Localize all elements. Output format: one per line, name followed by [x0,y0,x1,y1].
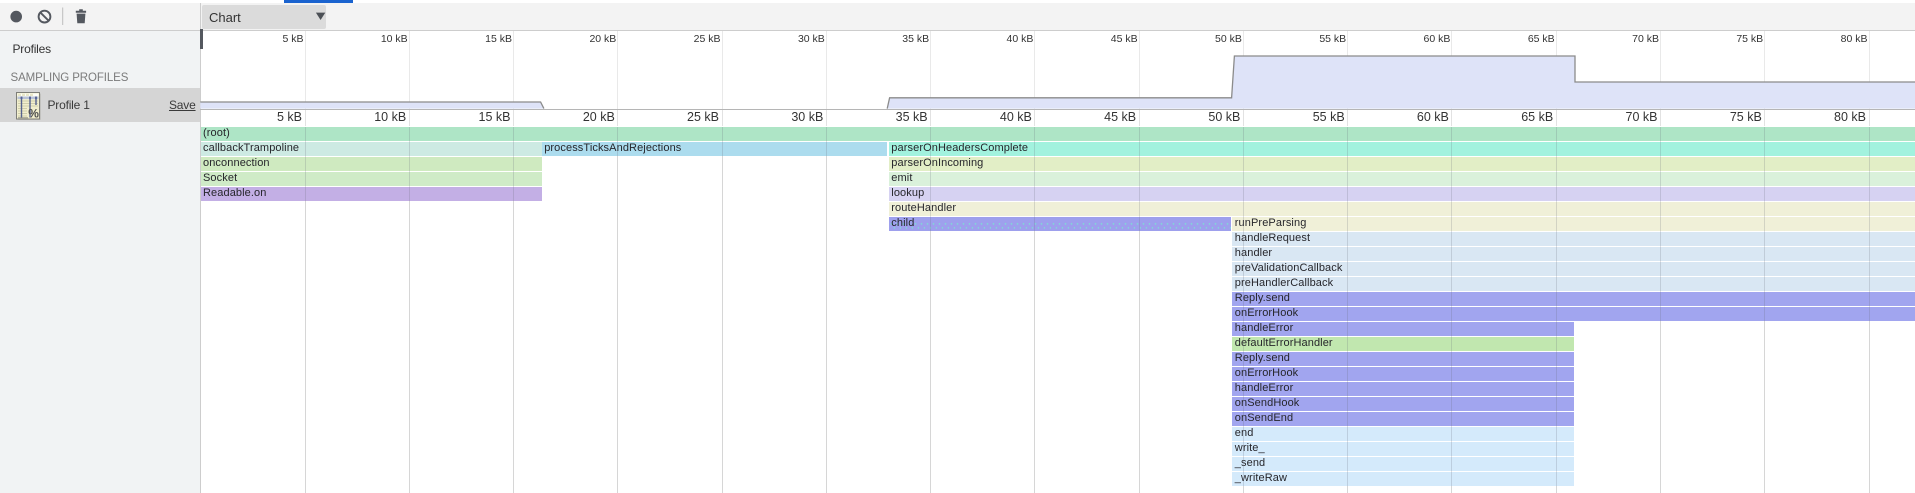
svg-text:%: % [28,107,39,121]
